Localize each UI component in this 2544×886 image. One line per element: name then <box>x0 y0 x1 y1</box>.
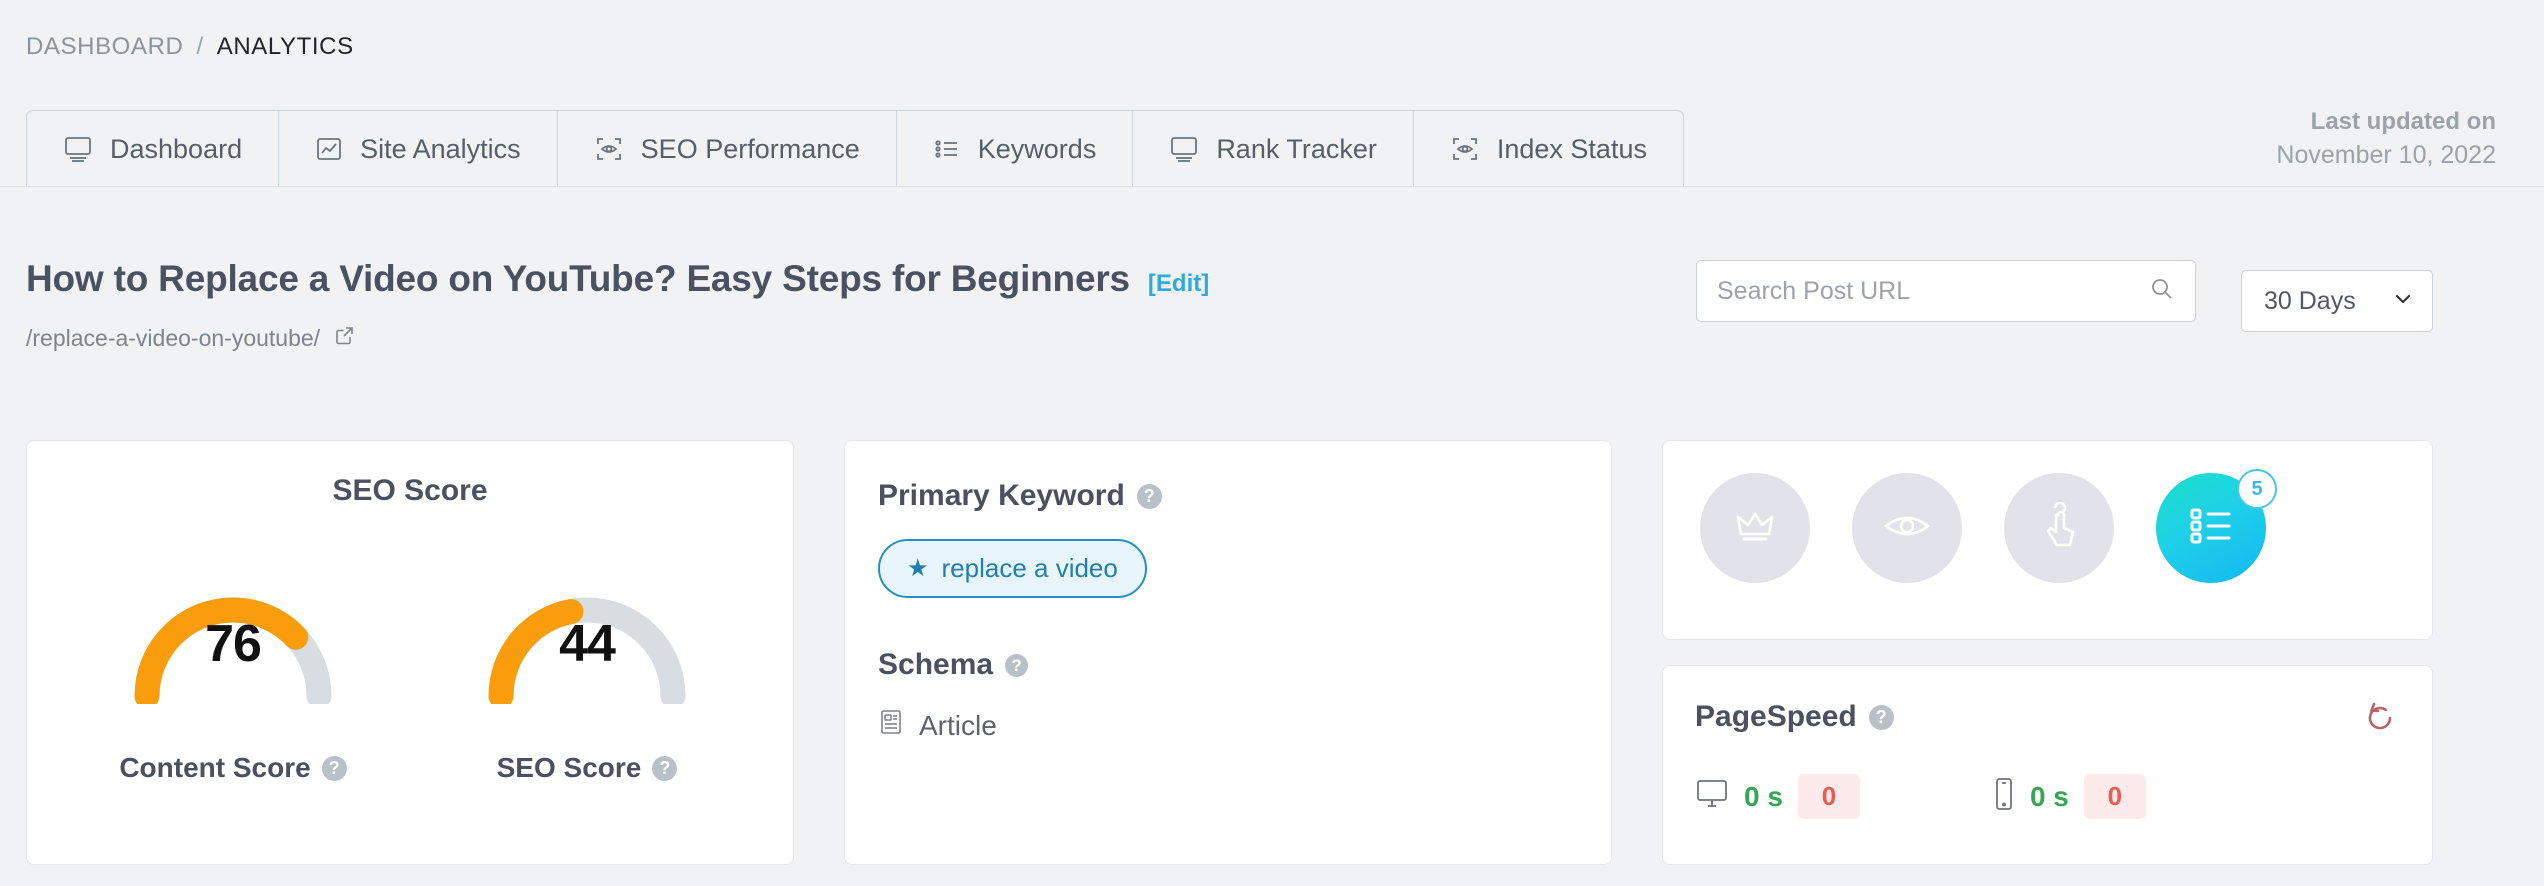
breadcrumb-current: ANALYTICS <box>216 33 354 60</box>
desktop-icon <box>1695 778 1729 815</box>
last-updated: Last updated on November 10, 2022 <box>2276 105 2496 173</box>
last-updated-label: Last updated on <box>2310 108 2496 135</box>
post-slug-row: /replace-a-video-on-youtube/ <box>26 325 355 352</box>
breadcrumb: DASHBOARD / ANALYTICS <box>26 33 354 61</box>
help-icon[interactable]: ? <box>1136 483 1162 509</box>
tab-seo-performance[interactable]: SEO Performance <box>558 111 897 187</box>
tab-label: Rank Tracker <box>1216 133 1377 164</box>
help-icon[interactable]: ? <box>652 755 678 781</box>
scan-eye-icon <box>594 135 624 163</box>
mobile-icon <box>1993 777 2015 816</box>
pagespeed-score: 0 <box>1797 774 1860 819</box>
tab-index-status[interactable]: Index Status <box>1414 111 1683 187</box>
chevron-down-icon[interactable] <box>2393 289 2413 314</box>
seo-score-card: SEO Score 76 44 Content Score ? SEO Scor… <box>26 440 794 865</box>
badge-keywords[interactable]: 5 <box>2156 469 2277 583</box>
gauge-content-score: 76 <box>117 536 349 704</box>
article-icon <box>878 708 904 743</box>
schema-value-row: Article <box>878 708 1611 743</box>
gauge-label-text: SEO Score <box>496 752 642 783</box>
tab-site-analytics[interactable]: Site Analytics <box>279 111 558 187</box>
date-range-value: 30 Days <box>2264 286 2356 315</box>
help-icon[interactable]: ? <box>1868 704 1894 730</box>
metric-badges-card: 5 <box>1662 440 2433 640</box>
gauge-seo-score: 44 <box>471 536 703 704</box>
badge-clicks[interactable] <box>2004 473 2114 583</box>
pagespeed-time: 0 s <box>1744 780 1783 812</box>
schema-heading: Schema ? <box>878 648 1611 682</box>
primary-keyword-label: Primary Keyword <box>878 479 1125 512</box>
edit-link[interactable]: [Edit] <box>1148 270 1209 298</box>
pagespeed-metrics: 0 s 0 0 s 0 <box>1695 774 2432 819</box>
page-title: How to Replace a Video on YouTube? Easy … <box>26 258 1130 299</box>
metric-badges-row: 5 <box>1663 441 2432 583</box>
monitor-icon <box>1169 135 1199 163</box>
list-icon <box>933 135 961 163</box>
eye-icon <box>1882 508 1932 549</box>
schema-label: Schema <box>878 648 994 681</box>
post-title-row: How to Replace a Video on YouTube? Easy … <box>26 258 1209 300</box>
pagespeed-card: PageSpeed ? 0 s 0 0 s 0 <box>1662 665 2433 865</box>
gauge-value: 76 <box>205 615 262 673</box>
primary-keyword-card: Primary Keyword ? ★ replace a video Sche… <box>844 440 1612 865</box>
tab-label: Site Analytics <box>360 133 521 164</box>
tab-label: Keywords <box>977 133 1097 164</box>
pagespeed-label: PageSpeed <box>1695 700 1857 733</box>
gauge-group: 76 44 <box>27 536 793 704</box>
help-icon[interactable]: ? <box>1005 653 1029 677</box>
search-post-url[interactable] <box>1696 260 2196 322</box>
gauge-label-group: Content Score ? SEO Score ? <box>27 752 793 784</box>
gauge-label-seo-score: SEO Score ? <box>471 752 703 784</box>
chart-box-icon <box>315 135 343 163</box>
gauge-value: 44 <box>559 615 616 673</box>
tab-keywords[interactable]: Keywords <box>897 111 1134 187</box>
breadcrumb-parent[interactable]: DASHBOARD <box>26 33 183 61</box>
pagespeed-time: 0 s <box>2029 780 2069 812</box>
click-icon <box>2039 501 2079 555</box>
schema-value: Article <box>919 709 997 741</box>
tab-dashboard[interactable]: Dashboard <box>27 111 280 187</box>
tab-label: Index Status <box>1496 133 1647 164</box>
badge-count: 5 <box>2237 469 2277 509</box>
pagespeed-mobile: 0 s 0 <box>1993 774 2146 819</box>
monitor-icon <box>63 135 93 163</box>
pagespeed-score: 0 <box>2083 774 2146 819</box>
tab-bar: Dashboard Site Analytics SEO Performance <box>26 110 1684 187</box>
badge-impressions[interactable] <box>1852 473 1962 583</box>
refresh-icon[interactable] <box>2362 700 2398 741</box>
pagespeed-desktop: 0 s 0 <box>1695 774 1860 819</box>
tab-label: SEO Performance <box>640 133 860 164</box>
badge-crown[interactable] <box>1700 473 1810 583</box>
primary-keyword-chip[interactable]: ★ replace a video <box>878 539 1147 598</box>
external-link-icon[interactable] <box>334 325 355 352</box>
search-input[interactable] <box>1717 276 2149 306</box>
scan-eye-icon <box>1450 135 1480 163</box>
tab-label: Dashboard <box>110 133 243 164</box>
primary-keyword-heading: Primary Keyword ? <box>878 479 1611 513</box>
primary-keyword-text: replace a video <box>941 553 1118 583</box>
tab-rank-tracker[interactable]: Rank Tracker <box>1133 111 1414 187</box>
gauge-label-text: Content Score <box>119 752 311 783</box>
post-slug: /replace-a-video-on-youtube/ <box>26 325 321 351</box>
last-updated-date: November 10, 2022 <box>2276 141 2496 170</box>
gauge-label-content-score: Content Score ? <box>117 752 349 784</box>
crown-icon <box>1731 504 1779 553</box>
seo-score-card-title: SEO Score <box>332 474 488 507</box>
pagespeed-heading: PageSpeed ? <box>1695 700 2432 734</box>
date-range-select[interactable]: 30 Days <box>2241 270 2433 332</box>
search-icon[interactable] <box>2149 276 2175 307</box>
help-icon[interactable]: ? <box>321 755 347 781</box>
star-icon: ★ <box>907 555 929 582</box>
tab-bar-underline <box>0 186 2544 187</box>
checklist-icon <box>2185 503 2237 554</box>
breadcrumb-separator: / <box>196 33 204 60</box>
